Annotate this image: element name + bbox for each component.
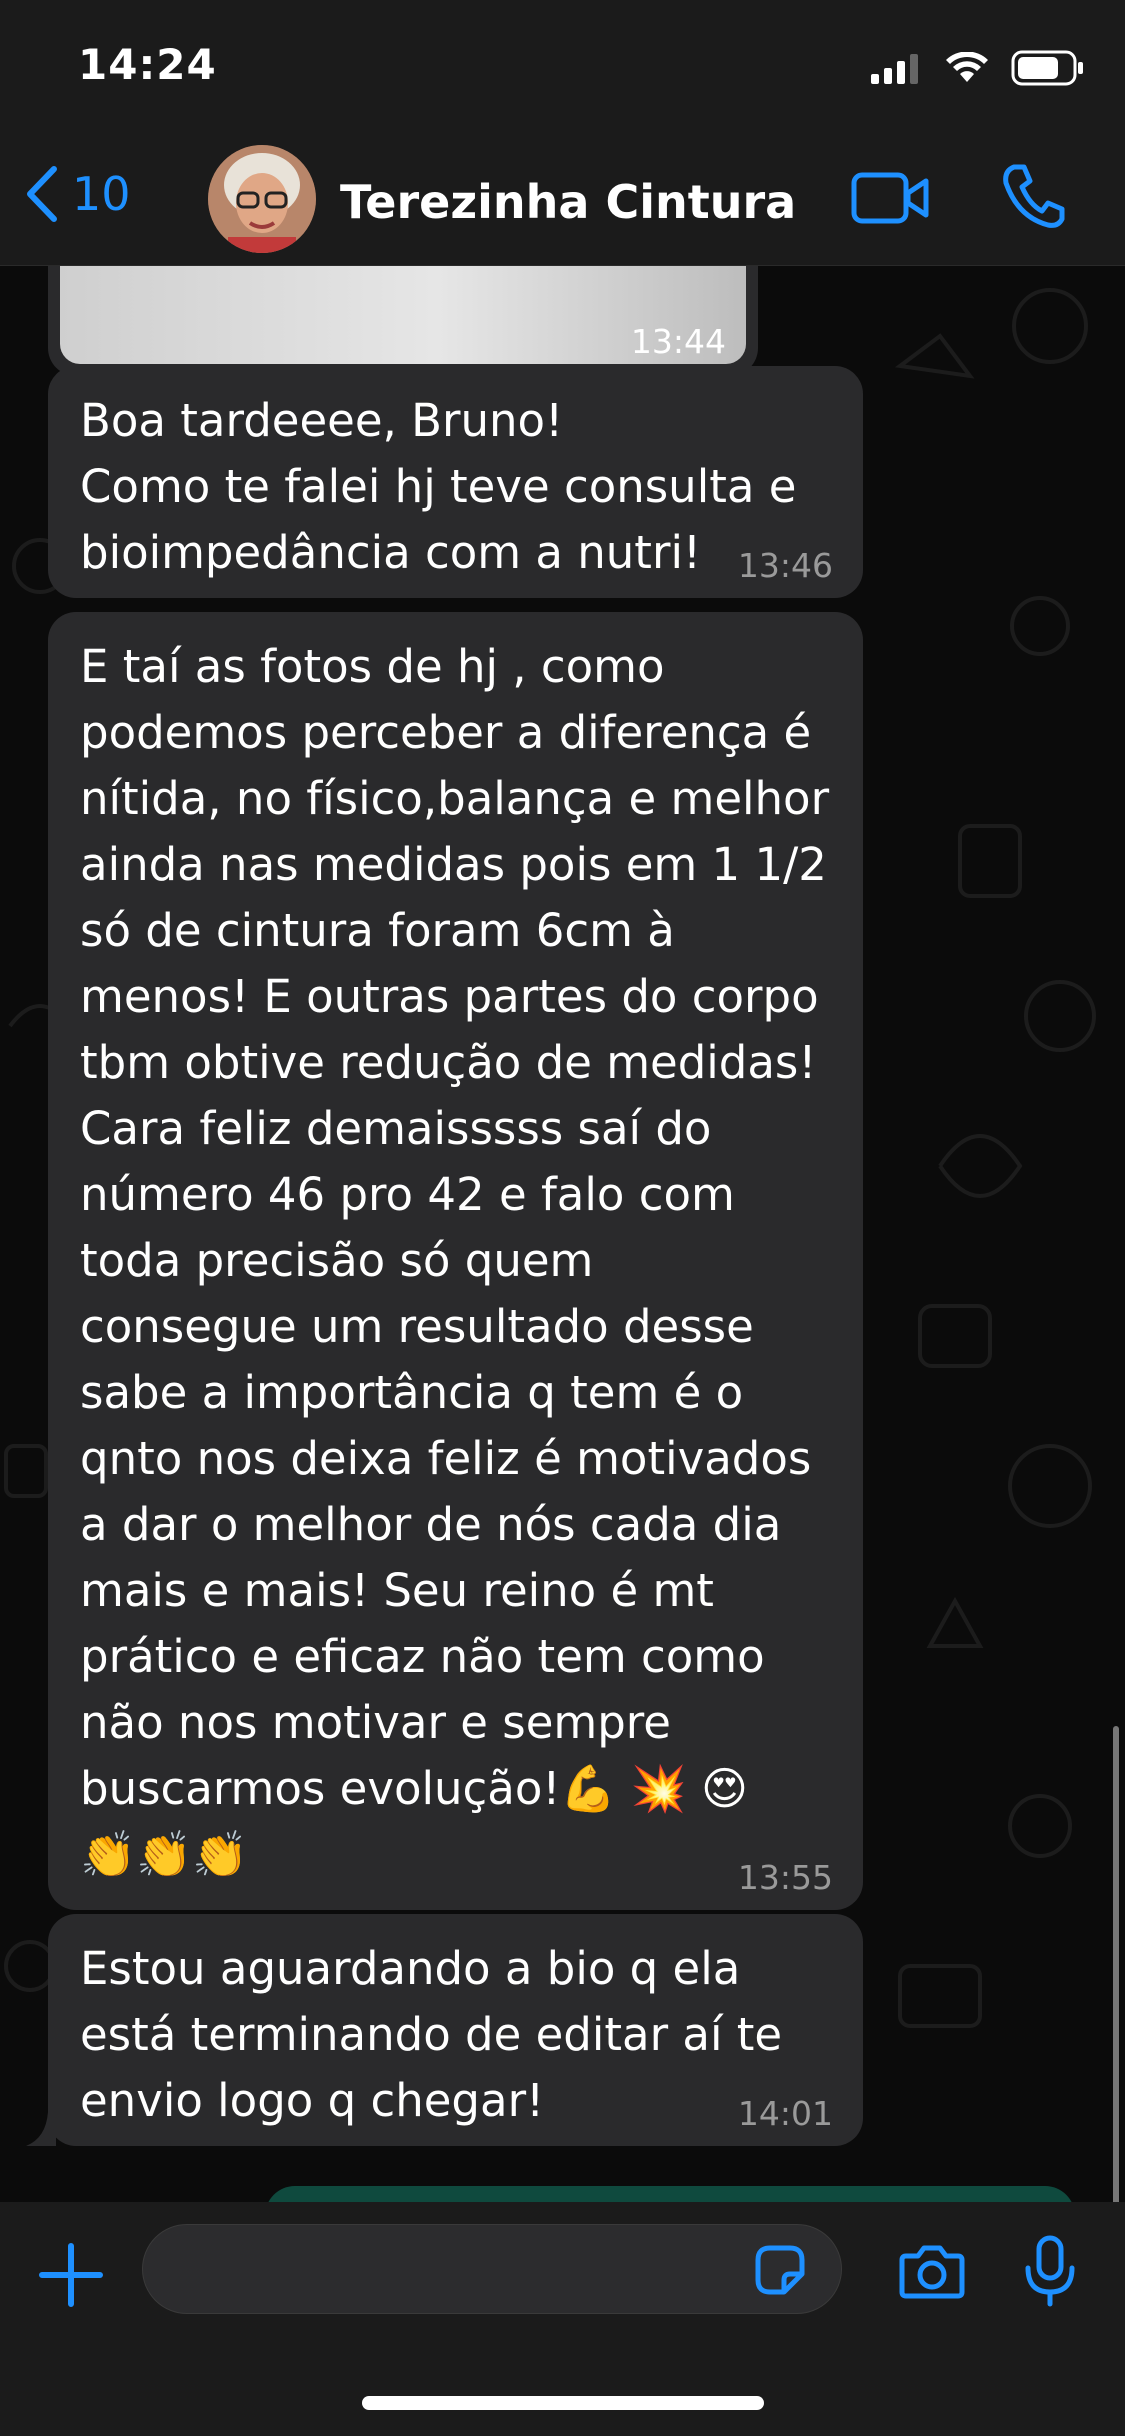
message-line: qnto nos deixa feliz é motivados: [80, 1432, 812, 1485]
message-line: E taí as fotos de hj , como: [80, 640, 665, 693]
contact-name[interactable]: Terezinha Cintura: [340, 175, 796, 229]
unread-count: 10: [72, 167, 131, 221]
video-call-icon[interactable]: [850, 165, 932, 231]
status-time: 14:24: [78, 40, 217, 89]
status-bar: 14:24: [0, 0, 1125, 135]
message-line: Cara feliz demaisssss saí do: [80, 1102, 712, 1155]
avatar[interactable]: [208, 145, 316, 253]
sticker-icon[interactable]: [750, 2240, 810, 2300]
message-line: menos! E outras partes do corpo: [80, 970, 819, 1023]
message-input[interactable]: [142, 2224, 842, 2314]
microphone-icon[interactable]: [1022, 2234, 1078, 2308]
wifi-icon: [946, 52, 988, 82]
message-line: prático e eficaz não tem como: [80, 1630, 765, 1683]
phone-call-icon[interactable]: [1000, 161, 1066, 231]
plus-icon[interactable]: [38, 2242, 104, 2308]
message-time: 14:01: [737, 2094, 833, 2133]
signal-icon: [871, 54, 918, 84]
message-line: Boa tardeeee, Bruno!: [80, 394, 564, 447]
bubble-tail: [26, 2112, 56, 2146]
message-line: a dar o melhor de nós cada dia: [80, 1498, 782, 1551]
message-time: 13:55: [737, 1858, 833, 1897]
message-line: Estou aguardando a bio q ela: [80, 1942, 741, 1995]
message-line: 👏👏👏: [80, 1828, 249, 1881]
message-bubble[interactable]: Estou aguardando a bio q ela está termin…: [48, 1914, 863, 2146]
message-line: nítida, no físico,balança e melhor: [80, 772, 830, 825]
message-line: ainda nas medidas pois em 1 1/2: [80, 838, 827, 891]
message-line: tbm obtive redução de medidas!: [80, 1036, 817, 1089]
back-button[interactable]: 10: [22, 165, 131, 223]
message-bubble[interactable]: Boa tardeeee, Bruno! Como te falei hj te…: [48, 366, 863, 598]
message-line: não nos motivar e sempre: [80, 1696, 671, 1749]
message-time: 13:44: [630, 322, 726, 361]
battery-icon: [1011, 50, 1083, 86]
message-line: Como te falei hj teve consulta e: [80, 460, 797, 513]
status-icons: [871, 50, 1085, 86]
message-line: toda precisão só quem: [80, 1234, 594, 1287]
message-line: sabe a importância q tem é o: [80, 1366, 744, 1419]
message-time: 13:46: [737, 546, 833, 585]
scrollbar[interactable]: [1113, 1726, 1119, 2202]
message-line: está terminando de editar aí te: [80, 2008, 783, 2061]
home-indicator[interactable]: [362, 2396, 764, 2410]
chat-area[interactable]: 13:44 Boa tardeeee, Bruno! Como te falei…: [0, 266, 1125, 2202]
message-line: consegue um resultado desse: [80, 1300, 754, 1353]
message-line: podemos perceber a diferença é: [80, 706, 812, 759]
message-line: buscarmos evolução!💪 💥 😍: [80, 1762, 749, 1815]
image-message[interactable]: 13:44: [48, 266, 758, 376]
message-line: envio logo q chegar!: [80, 2074, 545, 2127]
message-line: só de cintura foram 6cm à: [80, 904, 675, 957]
chevron-left-icon: [27, 166, 57, 222]
message-bubble[interactable]: E taí as fotos de hj , como podemos perc…: [48, 612, 863, 1910]
camera-icon[interactable]: [898, 2242, 966, 2300]
message-line: mais e mais! Seu reino é mt: [80, 1564, 714, 1617]
chat-header: 10 Terezinha Cintura: [0, 135, 1125, 266]
message-line: número 46 pro 42 e falo com: [80, 1168, 735, 1221]
message-line: bioimpedância com a nutri!: [80, 526, 701, 579]
